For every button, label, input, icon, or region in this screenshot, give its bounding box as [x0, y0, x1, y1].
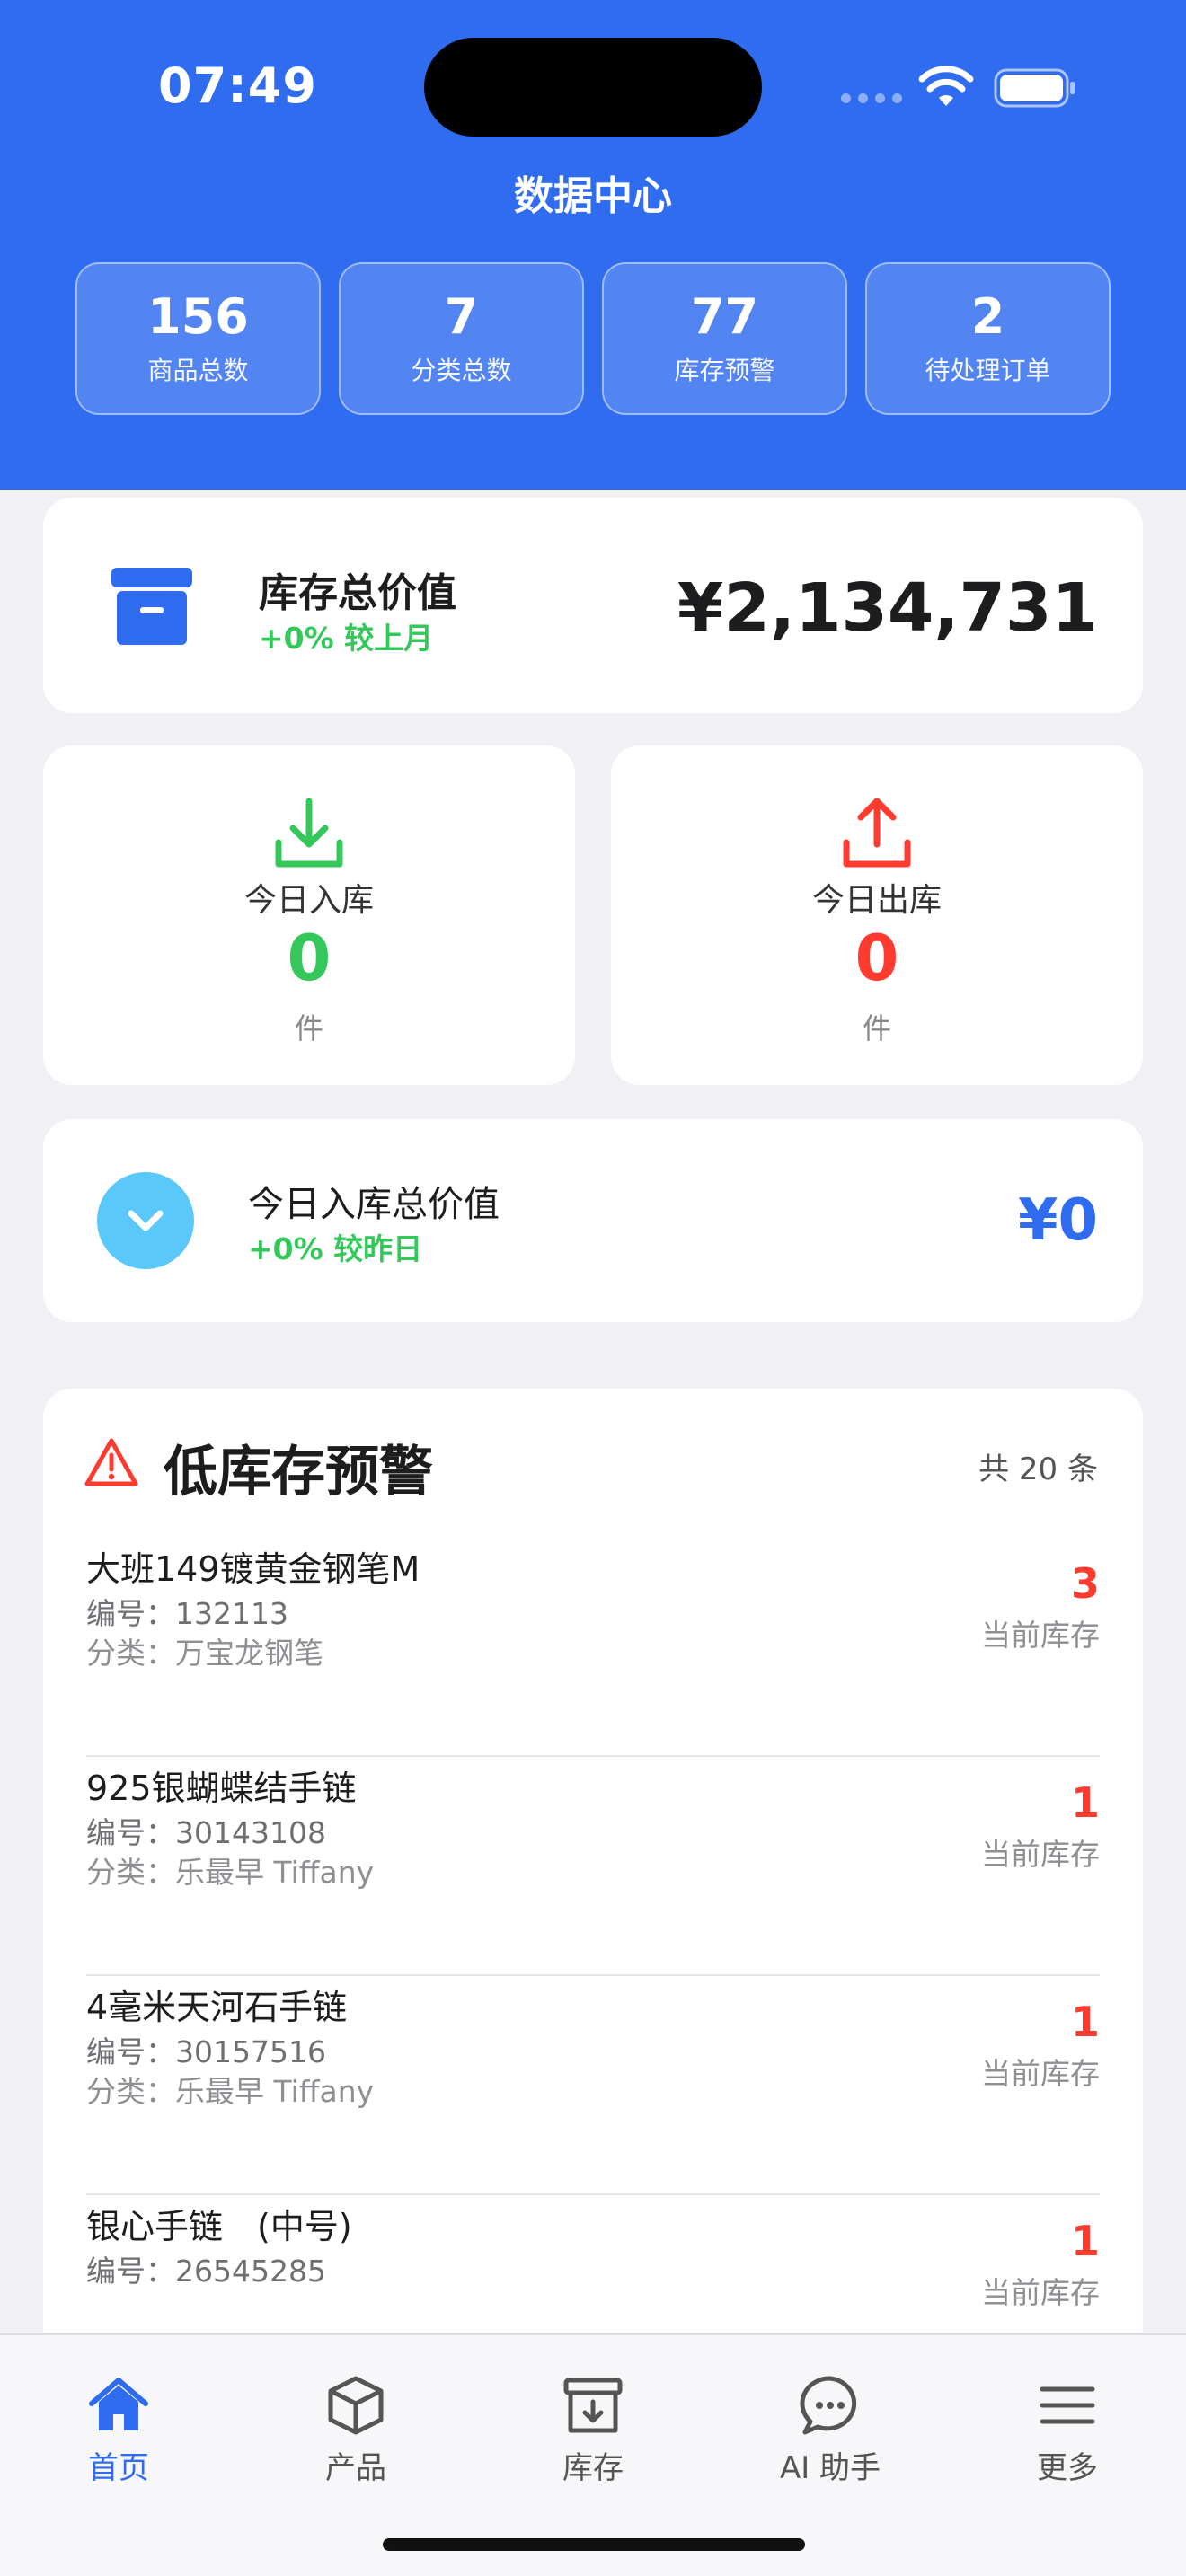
item-category: 分类：乐最早 Tiffany	[86, 2074, 375, 2109]
today-value-card[interactable]: 今日入库总价值 +0% 较昨日 ¥0	[43, 1119, 1143, 1322]
item-code: 编号：30157516	[86, 2034, 326, 2069]
inventory-change: +0% 较上月	[259, 621, 434, 656]
item-qty-label: 当前库存	[981, 1618, 1100, 1653]
stat-value: 77	[690, 288, 759, 346]
item-code: 编号：30143108	[86, 1815, 326, 1850]
tab-label: 更多	[1037, 2450, 1098, 2486]
item-qty-label: 当前库存	[981, 2056, 1100, 2091]
stat-value: 2	[970, 288, 1005, 346]
header: 07:49 数据中心 156 商品总数 7 分类总数 77 库存预警 2 待处理…	[0, 0, 1186, 490]
stats-row: 156 商品总数 7 分类总数 77 库存预警 2 待处理订单	[75, 262, 1111, 415]
tab-label: 库存	[562, 2450, 624, 2486]
item-name: 4毫米天河石手链	[86, 1988, 348, 2027]
archive-icon	[563, 2378, 623, 2433]
today-in-label: 今日入库	[243, 882, 374, 919]
stat-stock-alerts[interactable]: 77 库存预警	[602, 262, 847, 415]
stat-pending-orders[interactable]: 2 待处理订单	[865, 262, 1111, 415]
chat-icon	[800, 2376, 857, 2435]
inventory-value: ¥2,134,731	[677, 569, 1098, 647]
low-stock-title: 低库存预警	[164, 1441, 433, 1504]
signal-icon	[841, 93, 902, 103]
dynamic-island	[424, 38, 762, 137]
item-code: 编号：132113	[86, 1596, 288, 1631]
inventory-title: 库存总价值	[259, 570, 456, 616]
tab-ai-assistant[interactable]: AI 助手	[758, 2373, 902, 2487]
warning-icon	[84, 1438, 138, 1486]
today-value-title: 今日入库总价值	[248, 1184, 500, 1225]
tab-products[interactable]: 产品	[284, 2373, 428, 2487]
stat-label: 待处理订单	[925, 355, 1051, 385]
item-category: 分类：万宝龙钢笔	[86, 1636, 323, 1671]
inventory-value-card[interactable]: 库存总价值 +0% 较上月 ¥2,134,731	[43, 498, 1143, 713]
item-name: 银心手链 (中号)	[86, 2207, 352, 2246]
archive-box-icon	[111, 568, 192, 645]
today-value-amount: ¥0	[1017, 1187, 1098, 1254]
item-qty: 1	[1070, 2217, 1100, 2265]
stat-value: 7	[444, 288, 479, 346]
item-qty: 3	[1070, 1559, 1100, 1608]
page-title: 数据中心	[514, 173, 672, 219]
item-qty: 1	[1070, 1778, 1100, 1827]
item-name: 大班149镀黄金钢笔M	[86, 1549, 420, 1589]
today-out-unit: 件	[862, 1011, 891, 1045]
upload-icon	[843, 798, 911, 868]
today-value-change: +0% 较昨日	[248, 1231, 423, 1266]
item-qty-label: 当前库存	[981, 2275, 1100, 2310]
home-indicator[interactable]	[383, 2538, 805, 2551]
stat-label: 商品总数	[147, 355, 249, 385]
tab-label: 首页	[88, 2450, 149, 2486]
stat-categories[interactable]: 7 分类总数	[339, 262, 584, 415]
download-icon	[275, 798, 343, 868]
item-name: 925银蝴蝶结手链	[86, 1769, 357, 1808]
today-in-card[interactable]: 今日入库 0 件	[43, 745, 575, 1085]
low-stock-count[interactable]: 共 20 条	[978, 1444, 1098, 1488]
menu-icon	[1040, 2386, 1095, 2424]
today-in-count: 0	[287, 922, 332, 995]
tab-inventory[interactable]: 库存	[521, 2373, 665, 2487]
tab-more[interactable]: 更多	[996, 2373, 1139, 2487]
home-icon	[89, 2378, 148, 2430]
today-in-unit: 件	[294, 1011, 323, 1045]
item-code: 编号：26545285	[86, 2254, 326, 2289]
low-stock-list: 大班149镀黄金钢笔M 编号：132113 分类：万宝龙钢笔 3 当前库存 92…	[86, 1538, 1100, 2414]
item-category: 分类：乐最早 Tiffany	[86, 1855, 375, 1890]
wifi-icon	[918, 66, 974, 106]
tab-label: AI 助手	[779, 2450, 881, 2486]
item-qty: 1	[1070, 1998, 1100, 2046]
stat-label: 库存预警	[674, 355, 775, 385]
stat-products[interactable]: 156 商品总数	[75, 262, 321, 415]
list-item[interactable]: 大班149镀黄金钢笔M 编号：132113 分类：万宝龙钢笔 3 当前库存	[86, 1538, 1100, 1757]
cube-icon	[328, 2376, 384, 2435]
item-qty-label: 当前库存	[981, 1837, 1100, 1872]
status-time: 07:49	[158, 57, 317, 114]
list-item[interactable]: 4毫米天河石手链 编号：30157516 分类：乐最早 Tiffany 1 当前…	[86, 1976, 1100, 2195]
tab-home[interactable]: 首页	[47, 2373, 190, 2487]
stat-value: 156	[147, 288, 249, 346]
today-out-card[interactable]: 今日出库 0 件	[611, 745, 1143, 1085]
tab-label: 产品	[325, 2450, 386, 2486]
chevron-down-icon	[97, 1172, 194, 1269]
battery-icon	[994, 68, 1075, 108]
stat-label: 分类总数	[411, 355, 512, 385]
today-out-label: 今日出库	[811, 882, 942, 919]
today-out-count: 0	[854, 922, 899, 995]
list-item[interactable]: 925银蝴蝶结手链 编号：30143108 分类：乐最早 Tiffany 1 当…	[86, 1757, 1100, 1976]
